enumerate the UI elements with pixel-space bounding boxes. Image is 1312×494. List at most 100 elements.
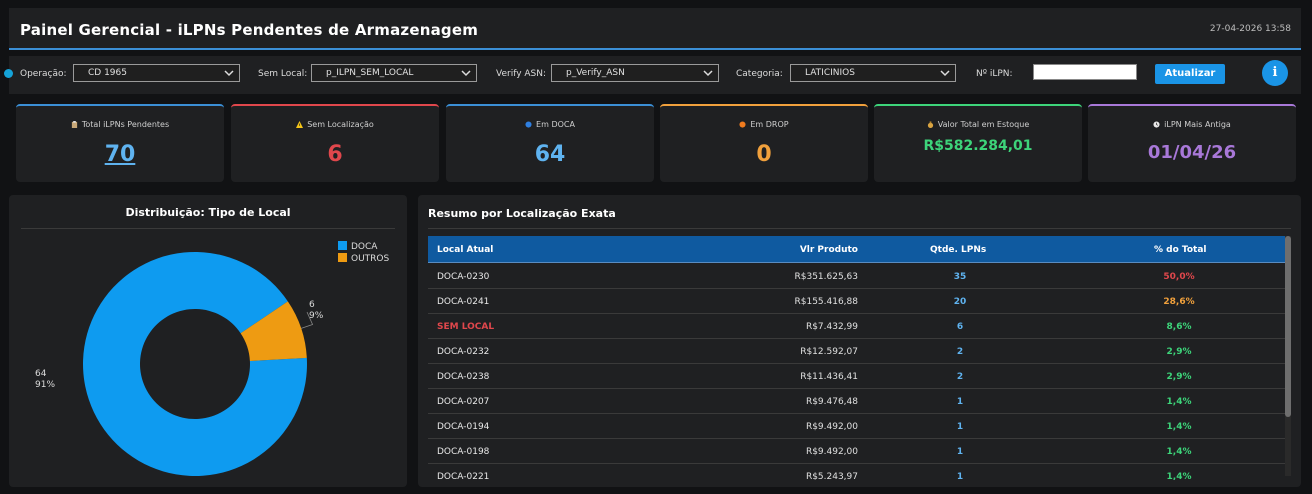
cell-qtde-lpns: 1 [956,397,964,407]
cell-vlr-produto: R$5.243,97 [805,472,858,480]
kpi-ilpn-mais-antiga: iLPN Mais Antiga 01/04/26 [1088,104,1296,182]
categoria-label: Categoria: [736,69,783,79]
cell-pct-total: 2,9% [1166,372,1192,382]
money-bag-icon [927,121,933,128]
kpi-label: Total iLPNs Pendentes [81,120,170,129]
col-header-vlr[interactable]: Vlr Produto [800,245,858,255]
categoria-select[interactable]: LATICINIOS [790,64,956,82]
location-table: Local Atual Vlr Produto Qtde. LPNs % do … [428,236,1285,480]
cell-pct-total: 28,6% [1163,297,1195,307]
slice-value-label: 6 [309,300,315,310]
slice-percent-label: 91% [35,380,55,390]
filter-bar: Operação: CD 1965 Sem Local: p_ILPN_SEM_… [4,56,1301,94]
table-row[interactable]: DOCA-0238 R$11.436,41 2 2,9% [428,364,1285,389]
cell-local: DOCA-0238 [437,372,490,382]
kpi-valor-total: Valor Total em Estoque R$582.284,01 [874,104,1082,182]
table-row[interactable]: DOCA-0232 R$12.592,07 2 2,9% [428,339,1285,364]
table-row[interactable]: DOCA-0207 R$9.476,48 1 1,4% [428,389,1285,414]
legend-label[interactable]: DOCA [351,242,378,252]
col-header-local[interactable]: Local Atual [437,245,493,255]
kpi-value: 0 [756,142,772,167]
cell-qtde-lpns: 2 [956,372,964,382]
col-header-pct[interactable]: % do Total [1154,245,1207,255]
cell-qtde-lpns: 2 [956,347,964,357]
cell-qtde-lpns: 1 [956,422,964,432]
cell-local: DOCA-0207 [437,397,490,407]
clock-icon [1153,121,1160,128]
categoria-value: LATICINIOS [805,68,855,78]
sem-local-label: Sem Local: [258,69,308,79]
cell-pct-total: 8,6% [1166,322,1192,332]
timestamp: 27-04-2026 13:58 [1209,24,1291,34]
sem-local-select[interactable]: p_ILPN_SEM_LOCAL [311,64,477,82]
ilpn-input[interactable] [1033,64,1137,80]
cell-vlr-produto: R$155.416,88 [794,297,858,307]
kpi-value[interactable]: 70 [16,142,224,167]
table-header: Local Atual Vlr Produto Qtde. LPNs % do … [428,236,1285,263]
update-button[interactable]: Atualizar [1155,64,1225,84]
sidebar-toggle-handle[interactable] [4,69,13,78]
cell-pct-total: 1,4% [1166,397,1192,407]
verify-asn-label: Verify ASN: [496,69,547,79]
kpi-value: R$582.284,01 [923,138,1033,154]
cell-vlr-produto: R$9.492,00 [805,422,858,432]
cell-qtde-lpns: 35 [953,272,967,282]
verify-asn-value: p_Verify_ASN [566,68,625,78]
cell-local: DOCA-0198 [437,447,490,457]
table-row[interactable]: DOCA-0221 R$5.243,97 1 1,4% [428,464,1285,480]
kpi-label: Sem Localização [307,120,374,129]
table-row[interactable]: DOCA-0194 R$9.492,00 1 1,4% [428,414,1285,439]
warning-icon [296,121,304,128]
table-row[interactable]: DOCA-0230 R$351.625,63 35 50,0% [428,264,1285,289]
operacao-select[interactable]: CD 1965 [73,64,240,82]
cell-local: DOCA-0221 [437,472,490,480]
cell-vlr-produto: R$7.432,99 [805,322,858,332]
kpi-label: Em DOCA [536,120,575,129]
chart-panel: Distribuição: Tipo de Local 6 9% 64 91% DOCA… [9,195,407,487]
cell-vlr-produto: R$351.625,63 [794,272,858,282]
cell-qtde-lpns: 6 [956,322,964,332]
scrollbar-thumb[interactable] [1285,236,1291,417]
kpi-label: Valor Total em Estoque [937,120,1030,129]
clipboard-icon [71,121,77,128]
donut-slice-doca[interactable] [83,252,307,477]
table-row[interactable]: DOCA-0241 R$155.416,88 20 28,6% [428,289,1285,314]
chevron-down-icon [224,70,234,77]
verify-asn-select[interactable]: p_Verify_ASN [551,64,719,82]
kpi-sem-localizacao: Sem Localização 6 [231,104,439,182]
cell-qtde-lpns: 20 [953,297,967,307]
col-header-qtde[interactable]: Qtde. LPNs [930,245,986,255]
legend-label[interactable]: OUTROS [351,254,390,264]
cell-local: DOCA-0230 [437,272,490,282]
kpi-value: 6 [327,142,343,167]
slice-value-label: 64 [35,369,47,379]
table-row[interactable]: DOCA-0198 R$9.492,00 1 1,4% [428,439,1285,464]
table-row[interactable]: SEM LOCAL R$7.432,99 6 8,6% [428,314,1285,339]
table-panel: Resumo por Localização Exata Local Atual… [418,195,1301,487]
cell-local: DOCA-0194 [437,422,490,432]
kpi-label: Em DROP [750,120,789,129]
legend-swatch [338,253,347,262]
operacao-value: CD 1965 [88,68,127,78]
info-button[interactable]: i [1262,60,1288,86]
cell-vlr-produto: R$12.592,07 [800,347,858,357]
cell-vlr-produto: R$9.492,00 [805,447,858,457]
page-title: Painel Gerencial - iLPNs Pendentes de Ar… [20,21,479,39]
cell-pct-total: 1,4% [1166,422,1192,432]
divider [428,228,1291,229]
orange-circle-icon [739,121,746,128]
kpi-em-drop: Em DROP 0 [660,104,868,182]
table-title: Resumo por Localização Exata [428,207,616,220]
ilpn-label: Nº iLPN: [976,69,1013,79]
kpi-total-ilpns: Total iLPNs Pendentes 70 [16,104,224,182]
kpi-value: 01/04/26 [1147,142,1237,163]
slice-percent-label: 9% [309,311,324,321]
cell-qtde-lpns: 1 [956,447,964,457]
cell-local: DOCA-0241 [437,297,490,307]
blue-circle-icon [525,121,532,128]
legend-swatch [338,241,347,250]
sem-local-value: p_ILPN_SEM_LOCAL [326,68,414,78]
chevron-down-icon [461,70,471,77]
kpi-value: 64 [534,142,566,167]
cell-local: DOCA-0232 [437,347,490,357]
